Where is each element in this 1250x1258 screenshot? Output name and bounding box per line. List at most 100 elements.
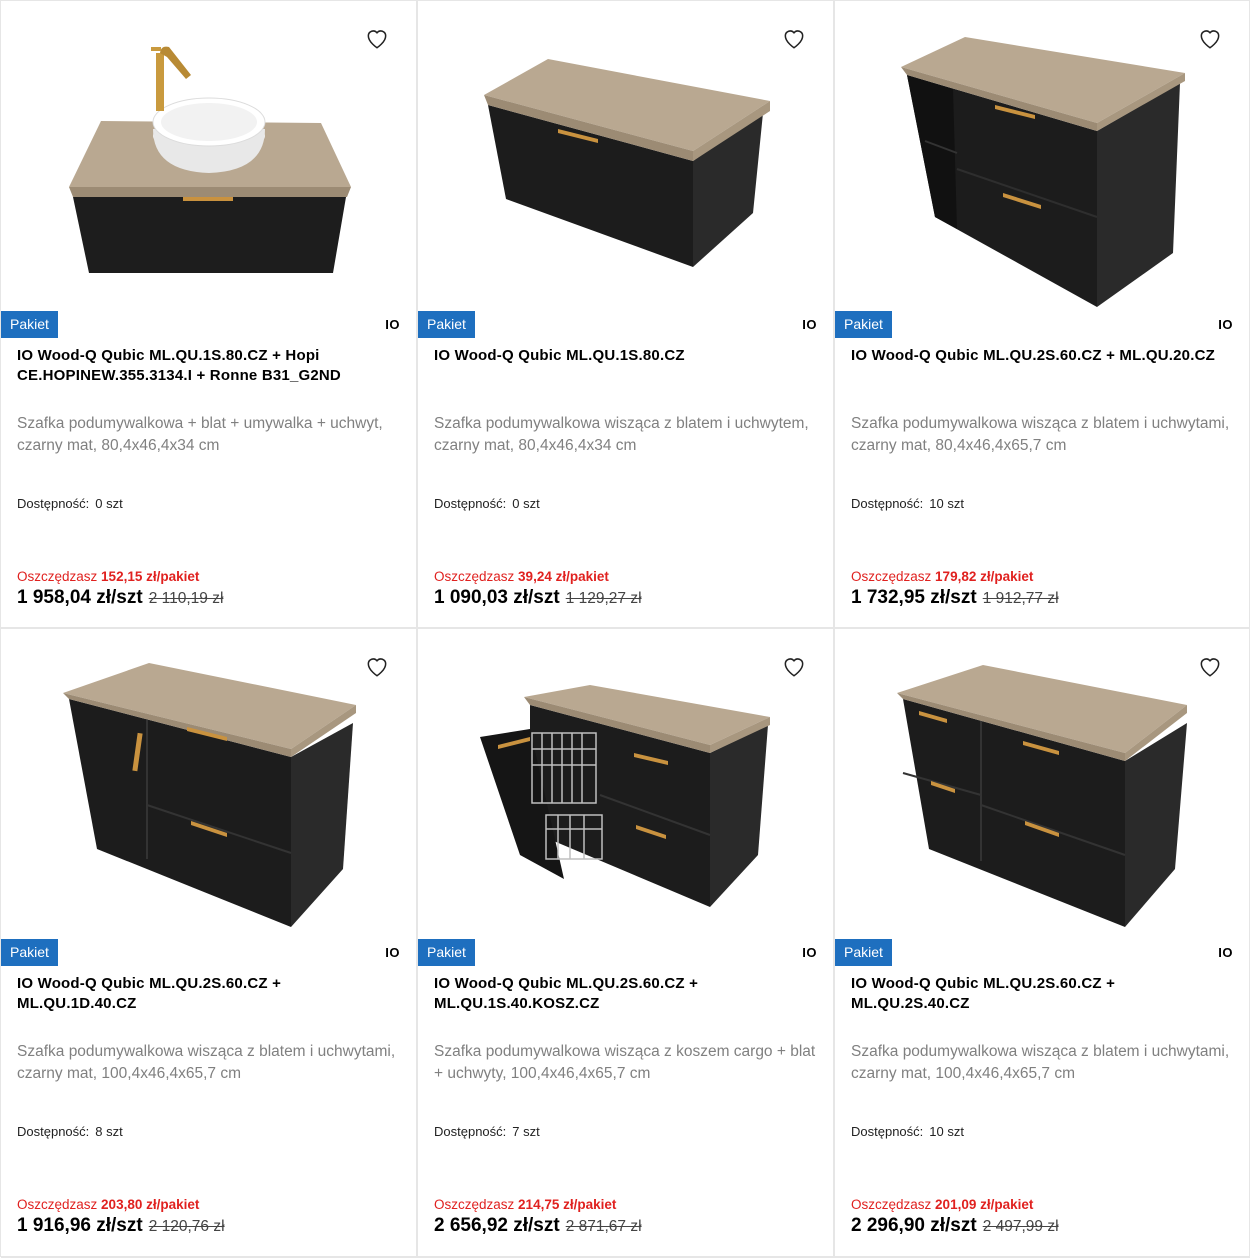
heart-icon[interactable]: [1197, 653, 1223, 679]
price-row: 1 916,96 zł/szt 2 120,76 zł: [17, 1215, 225, 1237]
availability: Dostępność: 10 szt: [851, 1124, 964, 1139]
heart-icon[interactable]: [781, 25, 807, 51]
price-row: 2 656,92 zł/szt 2 871,67 zł: [434, 1215, 642, 1237]
brand-label: IO: [1218, 317, 1233, 332]
product-card[interactable]: Pakiet IO IO Wood-Q Qubic ML.QU.1S.80.CZ…: [418, 1, 835, 629]
current-price: 2 656,92 zł/szt: [434, 1215, 560, 1236]
product-title[interactable]: IO Wood-Q Qubic ML.QU.2S.60.CZ + ML.QU.2…: [851, 974, 1226, 1014]
availability-value: 0 szt: [512, 496, 540, 511]
package-badge: Pakiet: [1, 939, 58, 966]
brand-label: IO: [802, 945, 817, 960]
savings-label: Oszczędzasz: [434, 1197, 515, 1212]
availability: Dostępność: 8 szt: [17, 1124, 123, 1139]
product-description: Szafka podumywalkowa wisząca z blatem i …: [851, 415, 1230, 454]
product-title[interactable]: IO Wood-Q Qubic ML.QU.1S.80.CZ + Hopi CE…: [17, 346, 392, 386]
heart-icon[interactable]: [364, 25, 390, 51]
current-price: 1 958,04 zł/szt: [17, 587, 143, 608]
availability-value: 10 szt: [929, 1124, 964, 1139]
product-title[interactable]: IO Wood-Q Qubic ML.QU.2S.60.CZ + ML.QU.1…: [17, 974, 392, 1014]
package-badge: Pakiet: [835, 311, 892, 338]
savings: Oszczędzasz 201,09 zł/pakiet: [851, 1197, 1033, 1212]
old-price: 2 120,76 zł: [148, 1218, 225, 1235]
single-drawer-cabinet-image[interactable]: [418, 1, 833, 309]
badge-row: Pakiet IO: [418, 939, 833, 967]
product-title[interactable]: IO Wood-Q Qubic ML.QU.1S.80.CZ: [434, 346, 809, 366]
package-badge: Pakiet: [418, 311, 475, 338]
product-card[interactable]: Pakiet IO IO Wood-Q Qubic ML.QU.2S.60.CZ…: [418, 629, 835, 1258]
savings-value: 39,24 zł/pakiet: [518, 569, 609, 584]
heart-icon[interactable]: [781, 653, 807, 679]
badge-row: Pakiet IO: [835, 311, 1249, 339]
savings: Oszczędzasz 203,80 zł/pakiet: [17, 1197, 199, 1212]
heart-icon[interactable]: [1197, 25, 1223, 51]
savings: Oszczędzasz 214,75 zł/pakiet: [434, 1197, 616, 1212]
product-description: Szafka podumywalkowa wisząca z blatem i …: [851, 1043, 1230, 1082]
availability-value: 0 szt: [95, 496, 123, 511]
savings-label: Oszczędzasz: [17, 569, 98, 584]
badge-row: Pakiet IO: [1, 939, 416, 967]
old-price: 2 871,67 zł: [565, 1218, 642, 1235]
product-title[interactable]: IO Wood-Q Qubic ML.QU.2S.60.CZ + ML.QU.2…: [851, 346, 1226, 366]
brand-label: IO: [1218, 945, 1233, 960]
heart-icon[interactable]: [364, 653, 390, 679]
package-badge: Pakiet: [1, 311, 58, 338]
product-description: Szafka podumywalkowa wisząca z blatem i …: [17, 1043, 396, 1082]
availability-value: 8 szt: [95, 1124, 123, 1139]
price-row: 1 732,95 zł/szt 1 912,77 zł: [851, 587, 1059, 609]
product-description: Szafka podumywalkowa + blat + umywalka +…: [17, 415, 383, 454]
product-grid: Pakiet IO IO Wood-Q Qubic ML.QU.1S.80.CZ…: [0, 0, 1250, 1258]
current-price: 1 090,03 zł/szt: [434, 587, 560, 608]
current-price: 2 296,90 zł/szt: [851, 1215, 977, 1236]
price-row: 1 958,04 zł/szt 2 110,19 zł: [17, 587, 223, 609]
availability: Dostępność: 0 szt: [434, 496, 540, 511]
two-drawer-shelf-cabinet-image[interactable]: [835, 1, 1249, 309]
savings-label: Oszczędzasz: [434, 569, 515, 584]
badge-row: Pakiet IO: [418, 311, 833, 339]
savings-label: Oszczędzasz: [17, 1197, 98, 1212]
savings: Oszczędzasz 39,24 zł/pakiet: [434, 569, 609, 584]
savings-value: 152,15 zł/pakiet: [101, 569, 200, 584]
four-drawer-cabinet-image[interactable]: [835, 629, 1249, 937]
savings-value: 201,09 zł/pakiet: [935, 1197, 1034, 1212]
availability: Dostępność: 7 szt: [434, 1124, 540, 1139]
door-and-drawers-cabinet-image[interactable]: [1, 629, 416, 937]
brand-label: IO: [385, 317, 400, 332]
brand-label: IO: [802, 317, 817, 332]
vanity-with-basin-image[interactable]: [1, 1, 416, 309]
availability-label: Dostępność:: [851, 496, 924, 511]
availability: Dostępność: 10 szt: [851, 496, 964, 511]
availability-label: Dostępność:: [434, 496, 507, 511]
savings: Oszczędzasz 179,82 zł/pakiet: [851, 569, 1033, 584]
old-price: 2 110,19 zł: [148, 590, 224, 607]
product-card[interactable]: Pakiet IO IO Wood-Q Qubic ML.QU.2S.60.CZ…: [835, 1, 1250, 629]
package-badge: Pakiet: [418, 939, 475, 966]
availability-value: 10 szt: [929, 496, 964, 511]
price-row: 1 090,03 zł/szt 1 129,27 zł: [434, 587, 642, 609]
current-price: 1 732,95 zł/szt: [851, 587, 977, 608]
savings-label: Oszczędzasz: [851, 569, 932, 584]
package-badge: Pakiet: [835, 939, 892, 966]
availability-label: Dostępność:: [851, 1124, 924, 1139]
availability-value: 7 szt: [512, 1124, 540, 1139]
savings-value: 179,82 zł/pakiet: [935, 569, 1034, 584]
price-row: 2 296,90 zł/szt 2 497,99 zł: [851, 1215, 1059, 1237]
product-card[interactable]: Pakiet IO IO Wood-Q Qubic ML.QU.1S.80.CZ…: [1, 1, 418, 629]
product-description: Szafka podumywalkowa wisząca z blatem i …: [434, 415, 809, 454]
badge-row: Pakiet IO: [1, 311, 416, 339]
availability-label: Dostępność:: [17, 496, 90, 511]
product-title[interactable]: IO Wood-Q Qubic ML.QU.2S.60.CZ + ML.QU.1…: [434, 974, 809, 1014]
product-card[interactable]: Pakiet IO IO Wood-Q Qubic ML.QU.2S.60.CZ…: [1, 629, 418, 1258]
old-price: 1 912,77 zł: [982, 590, 1059, 607]
badge-row: Pakiet IO: [835, 939, 1249, 967]
old-price: 2 497,99 zł: [982, 1218, 1059, 1235]
brand-label: IO: [385, 945, 400, 960]
cargo-basket-cabinet-image[interactable]: [418, 629, 833, 937]
availability-label: Dostępność:: [17, 1124, 90, 1139]
product-card[interactable]: Pakiet IO IO Wood-Q Qubic ML.QU.2S.60.CZ…: [835, 629, 1250, 1258]
availability: Dostępność: 0 szt: [17, 496, 123, 511]
savings-value: 214,75 zł/pakiet: [518, 1197, 617, 1212]
current-price: 1 916,96 zł/szt: [17, 1215, 143, 1236]
savings-value: 203,80 zł/pakiet: [101, 1197, 200, 1212]
savings: Oszczędzasz 152,15 zł/pakiet: [17, 569, 199, 584]
savings-label: Oszczędzasz: [851, 1197, 932, 1212]
